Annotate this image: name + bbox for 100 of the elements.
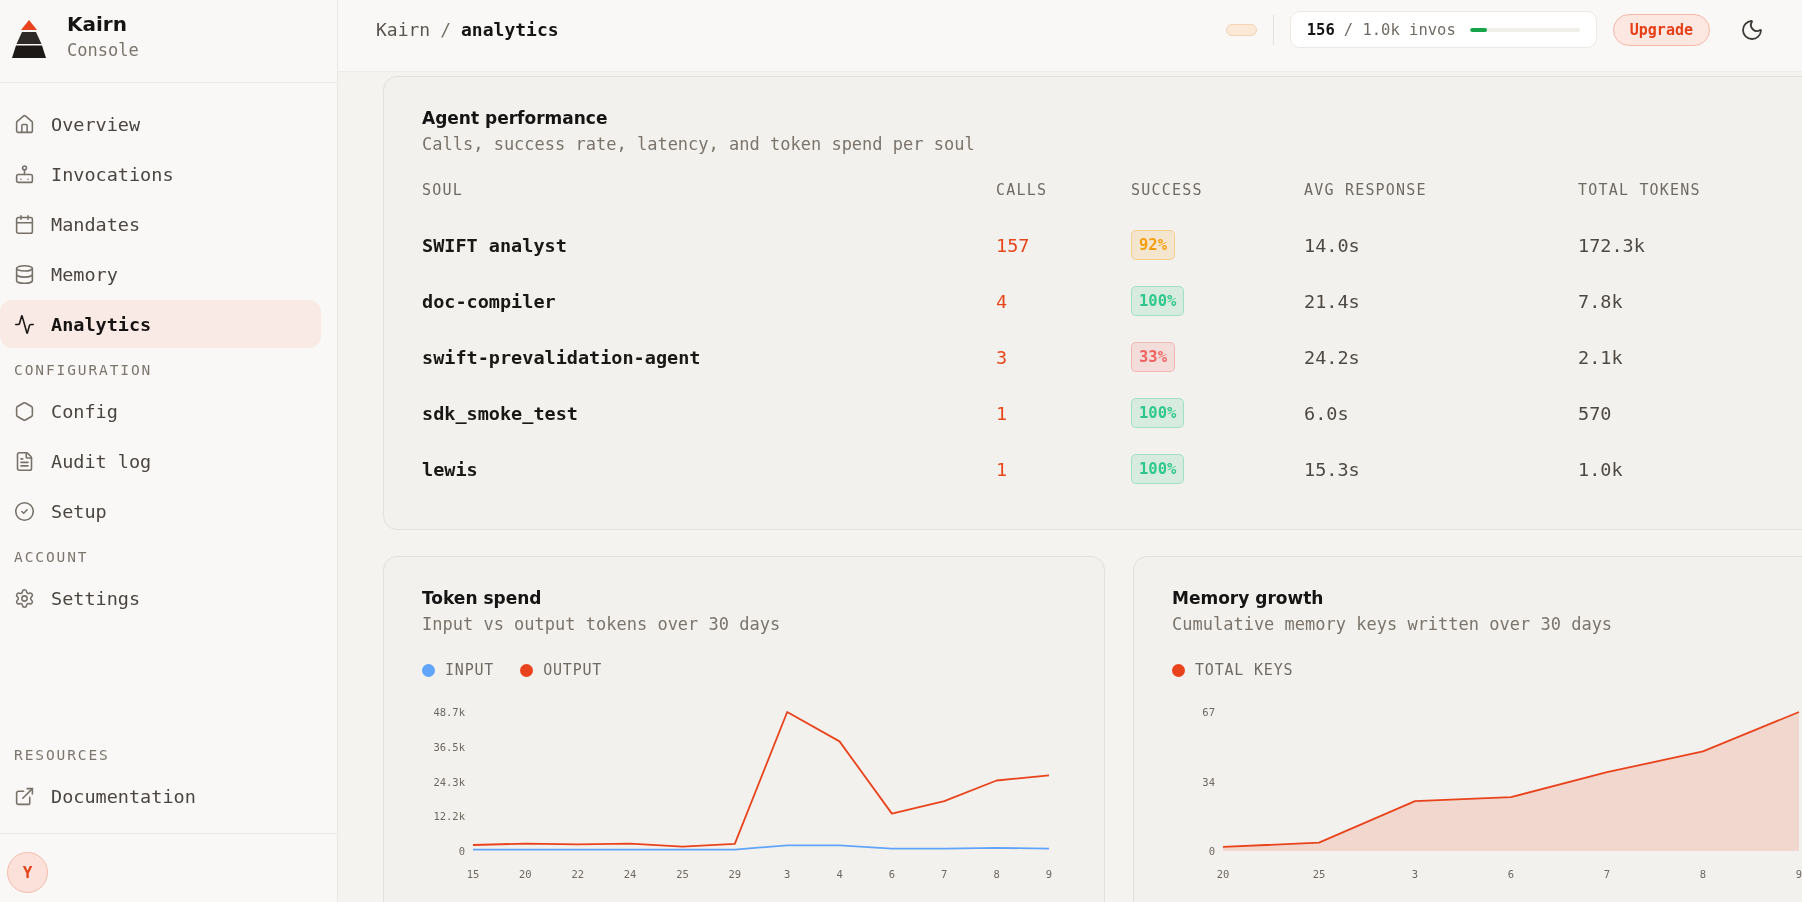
success-badge: 100% xyxy=(1131,398,1185,428)
soul-name: sdk_smoke_test xyxy=(422,401,578,426)
x-axis-label: 7 xyxy=(941,868,948,880)
y-axis-label: 34 xyxy=(1202,775,1215,788)
column-header: TOTAL TOKENS xyxy=(1578,180,1701,201)
brand-name: Kairn xyxy=(67,12,128,36)
call-count: 3 xyxy=(996,345,1008,370)
y-axis-label: 0 xyxy=(458,845,465,857)
external-link-icon xyxy=(14,785,35,807)
y-axis-label: 12.2k xyxy=(433,810,465,823)
x-axis-label: 20 xyxy=(519,868,532,880)
nav-item[interactable]: Overview xyxy=(0,100,321,148)
token-total: 7.8k xyxy=(1578,289,1623,314)
card-subtitle: Input vs output tokens over 30 days xyxy=(422,613,782,635)
usage-count: 156 xyxy=(1306,20,1335,39)
section-label: CONFIGURATION xyxy=(13,361,154,379)
x-axis-label: 4 xyxy=(836,868,843,880)
moon-icon xyxy=(1740,17,1764,42)
success-badge: 92% xyxy=(1131,230,1175,260)
section-label: RESOURCES xyxy=(13,746,111,764)
nav-item[interactable]: Mandates xyxy=(0,200,321,248)
breadcrumb-separator: / xyxy=(440,19,452,40)
nav-item[interactable]: Documentation xyxy=(0,772,321,820)
breadcrumb-current: analytics xyxy=(461,19,559,40)
database-icon xyxy=(14,263,35,285)
token-total: 172.3k xyxy=(1578,233,1645,258)
column-header: SOUL xyxy=(422,180,463,201)
response-time: 14.0s xyxy=(1304,233,1360,258)
nav-item[interactable]: Setup xyxy=(0,487,321,535)
x-axis-label: 9 xyxy=(1795,868,1802,880)
token-total: 1.0k xyxy=(1578,457,1623,482)
call-count: 4 xyxy=(996,289,1008,314)
theme-toggle-button[interactable] xyxy=(1740,17,1764,42)
token-total: 2.1k xyxy=(1578,345,1623,370)
call-count: 1 xyxy=(996,457,1008,482)
token-total: 570 xyxy=(1578,401,1612,426)
column-header: AVG RESPONSE xyxy=(1304,180,1427,201)
x-axis-label: 24 xyxy=(623,868,637,880)
nav-item[interactable]: Memory xyxy=(0,250,321,298)
card-subtitle: Calls, success rate, latency, and token spend per soul xyxy=(422,133,976,155)
x-axis-label: 20 xyxy=(1216,868,1230,880)
hexagon-icon xyxy=(14,400,35,422)
y-axis-label: 48.7k xyxy=(433,706,465,718)
usage-limit: / 1.0k invos xyxy=(1343,20,1456,39)
soul-name: lewis xyxy=(422,457,478,482)
call-count: 1 xyxy=(996,401,1008,426)
house-icon xyxy=(14,113,35,135)
y-axis-label: 36.5k xyxy=(433,740,465,753)
y-axis-label: 24.3k xyxy=(433,775,465,788)
document-icon xyxy=(14,450,35,472)
call-count: 157 xyxy=(996,233,1030,258)
y-axis-label: 0 xyxy=(1208,845,1215,857)
x-axis-label: 6 xyxy=(1507,868,1515,880)
x-axis-label: 29 xyxy=(728,868,742,880)
card-subtitle: Cumulative memory keys written over 30 days xyxy=(1172,613,1614,635)
logo-icon xyxy=(12,19,46,58)
calendar-icon xyxy=(14,213,35,235)
check-circle-icon xyxy=(14,500,35,522)
soul-name: doc-compiler xyxy=(422,289,556,314)
legend-label: OUTPUT xyxy=(543,661,603,679)
nav-item[interactable]: Settings xyxy=(0,574,321,622)
x-axis-label: 7 xyxy=(1603,868,1611,880)
x-axis-label: 22 xyxy=(571,868,585,880)
success-badge: 100% xyxy=(1131,286,1185,316)
legend-label: TOTAL KEYS xyxy=(1195,661,1294,679)
x-axis-label: 15 xyxy=(466,868,480,880)
soul-name: SWIFT analyst xyxy=(422,233,567,258)
settings-icon xyxy=(14,587,35,609)
soul-name: swift-prevalidation-agent xyxy=(422,345,701,370)
card-title: Agent performance xyxy=(422,107,609,129)
x-axis-label: 8 xyxy=(1699,868,1707,880)
response-time: 21.4s xyxy=(1304,289,1360,314)
card-title: Memory growth xyxy=(1172,587,1325,609)
nav-item[interactable]: Config xyxy=(0,387,321,435)
response-time: 24.2s xyxy=(1304,345,1360,370)
x-axis-label: 8 xyxy=(993,868,1000,880)
success-badge: 100% xyxy=(1131,454,1185,484)
x-axis-label: 9 xyxy=(1045,868,1053,880)
status-pill xyxy=(1225,23,1257,36)
x-axis-label: 6 xyxy=(888,868,896,880)
success-badge: 33% xyxy=(1131,342,1175,372)
pulse-icon xyxy=(14,313,35,335)
x-axis-label: 3 xyxy=(784,868,791,880)
column-header: SUCCESS xyxy=(1131,180,1203,201)
response-time: 15.3s xyxy=(1304,457,1360,482)
column-header: CALLS xyxy=(996,180,1048,201)
x-axis-label: 25 xyxy=(1312,868,1326,880)
legend-label: INPUT xyxy=(445,661,495,679)
y-axis-label: 67 xyxy=(1202,706,1215,718)
nav-item[interactable]: Audit log xyxy=(0,437,321,485)
brand-subtitle: Console xyxy=(67,39,139,62)
breadcrumb-link[interactable]: Kairn xyxy=(376,19,431,40)
robot-icon xyxy=(14,163,35,185)
card-title: Token spend xyxy=(422,587,543,609)
x-axis-label: 25 xyxy=(676,868,689,880)
x-axis-label: 3 xyxy=(1411,868,1419,880)
nav-item[interactable]: Invocations xyxy=(0,150,321,198)
response-time: 6.0s xyxy=(1304,401,1349,426)
section-label: ACCOUNT xyxy=(13,548,90,566)
nav-item[interactable]: Analytics xyxy=(0,300,321,348)
